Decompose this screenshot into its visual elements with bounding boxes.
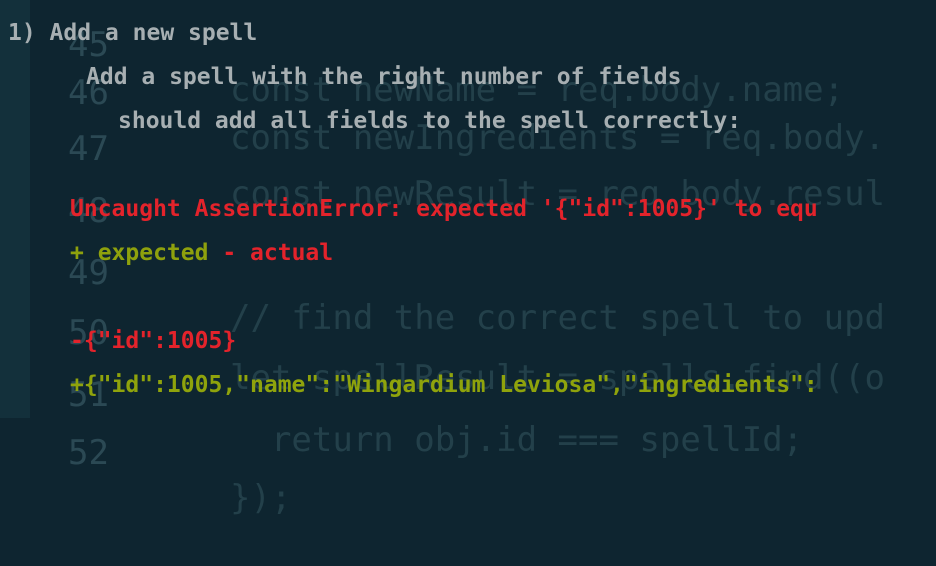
- suite-title: 1) Add a new spell: [8, 20, 258, 46]
- diff-legend-expected: + expected: [70, 240, 209, 266]
- line-number: 52: [68, 433, 109, 473]
- diff-legend: + expected - actual: [70, 240, 333, 266]
- assertion-error-message: Uncaught AssertionError: expected '{"id"…: [70, 196, 818, 222]
- code-text: return obj.id === spellId;: [230, 420, 804, 460]
- describe-title: Add a spell with the right number of fie…: [86, 64, 682, 90]
- diff-legend-actual: - actual: [222, 240, 334, 266]
- test-output-terminal: 1) Add a new spell Add a spell with the …: [0, 0, 936, 418]
- diff-actual-line: -{"id":1005}: [70, 328, 237, 354]
- diff-expected-line: +{"id":1005,"name":"Wingardium Leviosa",…: [70, 372, 818, 398]
- code-text: });: [230, 478, 292, 518]
- test-title: should add all fields to the spell corre…: [118, 108, 742, 134]
